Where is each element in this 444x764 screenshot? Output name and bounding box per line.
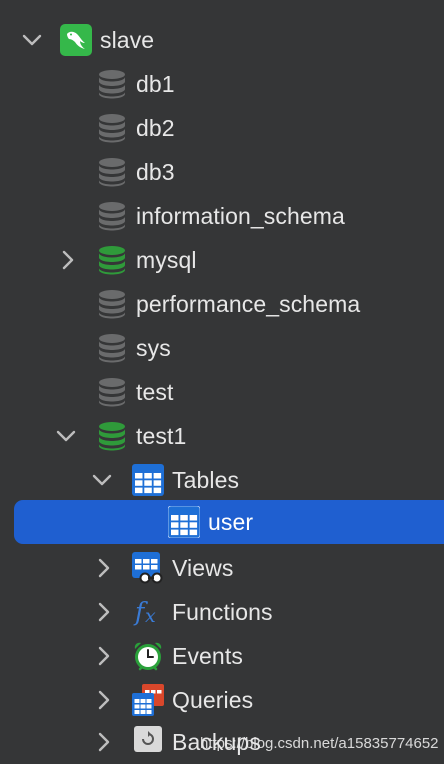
database-icon xyxy=(99,158,125,187)
table-icon xyxy=(168,506,200,538)
server-name: slave xyxy=(100,27,155,53)
database-icon xyxy=(99,246,125,275)
chevron-right-icon[interactable] xyxy=(92,688,116,712)
chevron-right-icon[interactable] xyxy=(92,644,116,668)
table-icon xyxy=(132,464,164,496)
queries-group-label: Queries xyxy=(172,687,254,713)
database-name: test1 xyxy=(136,423,187,449)
database-icon xyxy=(99,114,125,143)
tree-row-performance-schema[interactable]: performance_schema xyxy=(0,282,444,326)
chevron-right-icon[interactable] xyxy=(92,556,116,580)
tree-row-events[interactable]: Events xyxy=(0,634,444,678)
navigator-tree: slave db1 db2 db3 information_schema mys… xyxy=(0,0,444,764)
database-name: db1 xyxy=(136,71,175,97)
events-group-label: Events xyxy=(172,643,243,669)
tree-row-queries[interactable]: Queries xyxy=(0,678,444,722)
database-icon xyxy=(99,334,125,363)
database-name: sys xyxy=(136,335,171,361)
chevron-down-icon[interactable] xyxy=(90,468,114,492)
svg-text:x: x xyxy=(145,605,156,627)
database-icon xyxy=(99,290,125,319)
database-icon xyxy=(99,202,125,231)
tree-row-mysql[interactable]: mysql xyxy=(0,238,444,282)
database-name: db2 xyxy=(136,115,175,141)
database-name: mysql xyxy=(136,247,197,273)
watermark: https://blog.csdn.net/a15835774652 xyxy=(200,735,439,752)
functions-group-label: Functions xyxy=(172,599,273,625)
table-name: user xyxy=(208,509,254,535)
database-name: performance_schema xyxy=(136,291,361,317)
tree-row-functions[interactable]: f x Functions xyxy=(0,590,444,634)
mysql-dolphin-icon xyxy=(60,24,92,56)
database-icon xyxy=(99,422,125,451)
chevron-down-icon[interactable] xyxy=(54,424,78,448)
database-name: test xyxy=(136,379,174,405)
chevron-right-icon[interactable] xyxy=(92,600,116,624)
tree-row-information-schema[interactable]: information_schema xyxy=(0,194,444,238)
view-icon xyxy=(132,552,163,584)
event-clock-icon xyxy=(134,642,162,671)
query-icon xyxy=(132,684,164,716)
views-group-label: Views xyxy=(172,555,234,581)
tree-row-server-slave[interactable]: slave xyxy=(0,18,444,62)
tree-row-db3[interactable]: db3 xyxy=(0,150,444,194)
tree-row-views[interactable]: Views xyxy=(0,546,444,590)
chevron-right-icon[interactable] xyxy=(56,248,80,272)
tree-row-test1[interactable]: test1 xyxy=(0,414,444,458)
tree-row-sys[interactable]: sys xyxy=(0,326,444,370)
tree-row-table-user[interactable]: user xyxy=(0,500,444,544)
function-icon: f x xyxy=(133,597,156,627)
database-name: db3 xyxy=(136,159,175,185)
tables-group-label: Tables xyxy=(172,467,240,493)
tree-row-db2[interactable]: db2 xyxy=(0,106,444,150)
tree-row-db1[interactable]: db1 xyxy=(0,62,444,106)
database-icon xyxy=(99,70,125,99)
chevron-down-icon[interactable] xyxy=(20,28,44,52)
database-name: information_schema xyxy=(136,203,345,229)
chevron-right-icon[interactable] xyxy=(92,730,116,754)
tree-row-test[interactable]: test xyxy=(0,370,444,414)
database-icon xyxy=(99,378,125,407)
backup-icon xyxy=(134,726,162,752)
tree-row-tables[interactable]: Tables xyxy=(0,458,444,502)
